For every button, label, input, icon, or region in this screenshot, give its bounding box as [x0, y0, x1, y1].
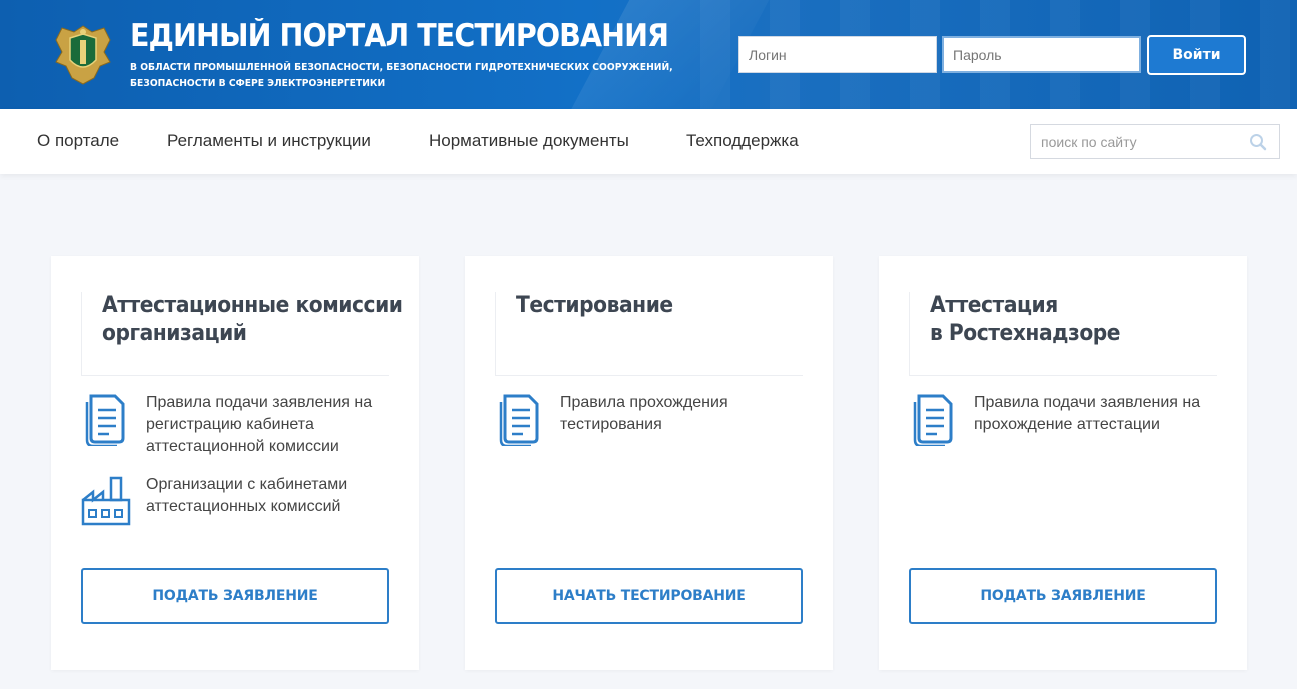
start-testing-button[interactable]: НАЧАТЬ ТЕСТИРОВАНИЕ — [495, 568, 803, 624]
factory-icon — [81, 476, 131, 526]
card-title-line2: в Ростехнадзоре — [930, 321, 1121, 346]
document-icon — [499, 394, 539, 446]
card-link-rules-registration[interactable]: Правила подачи заявления на регистрацию … — [81, 392, 386, 458]
card-header: Аттестационные комиссии организаций — [81, 292, 403, 376]
site-header: ЕДИНЫЙ ПОРТАЛ ТЕСТИРОВАНИЯ В ОБЛАСТИ ПРО… — [0, 0, 1297, 109]
card-title-line1: Тестирование — [516, 293, 673, 318]
submit-application-button[interactable]: ПОДАТЬ ЗАЯВЛЕНИЕ — [81, 568, 389, 624]
nav-item-support[interactable]: Техподдержка — [686, 131, 799, 151]
rostekhnadzor-emblem-icon[interactable] — [52, 22, 114, 90]
card-link-text[interactable]: Правила подачи заявления на прохождение … — [974, 392, 1214, 436]
card-link-text[interactable]: Правила прохождения тестирования — [560, 392, 800, 436]
card-link-text[interactable]: Правила подачи заявления на регистрацию … — [146, 392, 386, 458]
card-header: Тестирование — [495, 292, 803, 376]
card-title: Тестирование — [516, 292, 780, 320]
card-header: Аттестация в Ростехнадзоре — [909, 292, 1217, 376]
card-title: Аттестационные комиссии организаций — [102, 292, 403, 348]
login-input[interactable] — [738, 36, 937, 73]
submit-application-button[interactable]: ПОДАТЬ ЗАЯВЛЕНИЕ — [909, 568, 1217, 624]
document-icon — [85, 394, 125, 446]
card-link-testing-rules[interactable]: Правила прохождения тестирования — [495, 392, 800, 446]
login-button[interactable]: Войти — [1147, 35, 1246, 75]
portal-subtitle: В ОБЛАСТИ ПРОМЫШЛЕННОЙ БЕЗОПАСНОСТИ, БЕЗ… — [130, 60, 673, 92]
password-input[interactable] — [942, 36, 1141, 73]
nav-item-regulations[interactable]: Регламенты и инструкции — [167, 131, 371, 151]
portal-subtitle-line2: БЕЗОПАСНОСТИ В СФЕРЕ ЭЛЕКТРОЭНЕРГЕТИКИ — [130, 78, 386, 89]
site-search[interactable]: поиск по сайту — [1030, 124, 1280, 159]
card-title: Аттестация в Ростехнадзоре — [930, 292, 1194, 348]
main-nav: О портале Регламенты и инструкции Нормат… — [0, 109, 1297, 174]
nav-item-about[interactable]: О портале — [37, 131, 119, 151]
search-input[interactable]: поиск по сайту — [1041, 134, 1137, 150]
search-icon[interactable] — [1249, 133, 1267, 151]
document-icon — [913, 394, 953, 446]
card-organization-commissions: Аттестационные комиссии организаций Прав… — [51, 256, 419, 670]
card-title-line2: организаций — [102, 321, 247, 346]
nav-item-normative-docs[interactable]: Нормативные документы — [429, 131, 629, 151]
card-title-line1: Аттестация — [930, 293, 1058, 318]
card-link-certification-rules[interactable]: Правила подачи заявления на прохождение … — [909, 392, 1214, 446]
card-testing: Тестирование Правила прохождения тестиро… — [465, 256, 833, 670]
portal-subtitle-line1: В ОБЛАСТИ ПРОМЫШЛЕННОЙ БЕЗОПАСНОСТИ, БЕЗ… — [130, 62, 673, 73]
card-title-line1: Аттестационные комиссии — [102, 293, 403, 318]
portal-title: ЕДИНЫЙ ПОРТАЛ ТЕСТИРОВАНИЯ — [130, 18, 669, 54]
card-link-text[interactable]: Организации с кабинетами аттестационных … — [146, 474, 386, 518]
card-rostekhnadzor-certification: Аттестация в Ростехнадзоре Правила подач… — [879, 256, 1247, 670]
card-link-organizations[interactable]: Организации с кабинетами аттестационных … — [81, 474, 386, 528]
